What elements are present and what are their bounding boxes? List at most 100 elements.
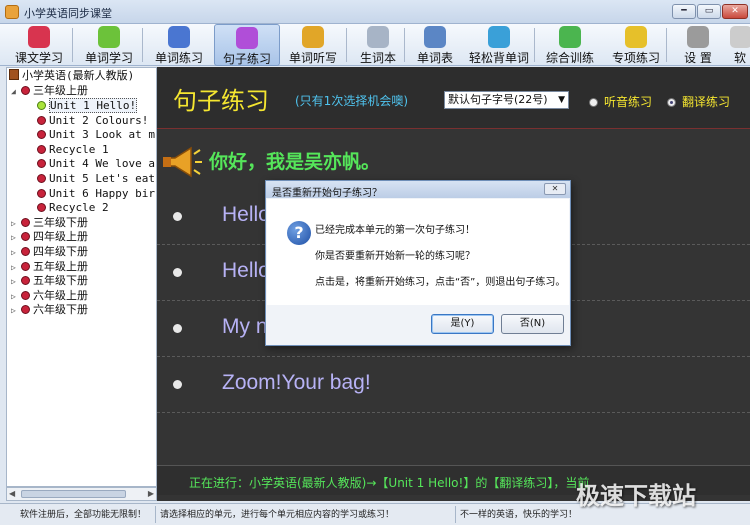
toolbar-label: 轻松背单词: [468, 51, 529, 65]
toolbar-button-3[interactable]: 句子练习: [214, 24, 280, 66]
close-button[interactable]: ✕: [722, 4, 748, 19]
radio-listen-label: 听音练习: [604, 95, 653, 109]
unit-icon: [37, 174, 46, 183]
expand-icon[interactable]: ▷: [11, 303, 19, 318]
unit-label: Unit 6 Happy bir: [49, 186, 155, 200]
unit-tree[interactable]: 小学英语(最新人教版) ◢ 三年级上册 Unit 1 Hello! Unit 2 Col…: [6, 67, 157, 487]
tree-grade-0[interactable]: ▷ 三年级下册: [11, 215, 88, 230]
toolbar-button-9[interactable]: 专项练习: [606, 24, 666, 66]
toolbar-button-1[interactable]: 单词学习: [78, 24, 140, 66]
flower-icon: [98, 26, 120, 48]
unit-icon: [37, 101, 46, 110]
toolbar-button-8[interactable]: 综合训练: [540, 24, 600, 66]
unit-label: Unit 3 Look at m: [49, 128, 155, 142]
toolbar-button-10[interactable]: 设 置: [672, 24, 724, 66]
toolbar-separator: [534, 28, 535, 62]
bullet-icon: [173, 212, 182, 221]
dialog-line-1: 已经完成本单元的第一次句子练习！: [315, 225, 475, 236]
tree-grade-open[interactable]: ◢ 三年级上册: [11, 83, 88, 98]
toolbar-label: 单词学习: [84, 51, 133, 65]
watermark-logo: 极速下载站: [576, 482, 696, 510]
minimize-button[interactable]: ━: [672, 4, 696, 19]
toolbar: 课文学习 单词学习 单词练习 句子练习 单词听写 生词本 单词表 轻松背单词 综合训练 专项练习 设…: [0, 24, 750, 66]
gear-icon: [687, 26, 709, 48]
unit-label: Recycle 2: [49, 201, 109, 215]
unit-icon: [37, 130, 46, 140]
toolbar-label: 专项练习: [611, 51, 660, 65]
tree-unit-0[interactable]: Unit 1 Hello!: [37, 98, 138, 113]
app-icon: [5, 5, 19, 19]
scroll-thumb[interactable]: [21, 490, 126, 498]
toolbar-button-5[interactable]: 生词本: [352, 24, 404, 66]
toolbar-button-2[interactable]: 单词练习: [148, 24, 210, 66]
toolbar-button-11[interactable]: 软: [730, 24, 750, 66]
scroll-left-icon[interactable]: ◀: [9, 489, 15, 498]
toolbar-separator: [404, 28, 405, 62]
answer-text: My n: [222, 315, 268, 338]
tree-grade-3[interactable]: ▷ 五年级上册: [11, 259, 88, 274]
font-size-select[interactable]: 默认句子字号(22号) ▼: [444, 91, 569, 109]
toolbar-button-6[interactable]: 单词表: [410, 24, 460, 66]
book-pencil-icon: [28, 26, 50, 48]
toolbar-label: 生词本: [359, 51, 396, 65]
tree-grade-4[interactable]: ▷ 五年级下册: [11, 273, 88, 288]
tree-root[interactable]: 小学英语(最新人教版): [9, 68, 134, 83]
dialog-line-2: 你是否要重新开始新一轮的练习呢？: [315, 251, 475, 262]
unit-icon: [37, 144, 46, 154]
toolbar-button-4[interactable]: 单词听写: [282, 24, 344, 66]
tree-grade-5[interactable]: ▷ 六年级上册: [11, 288, 88, 303]
radio-translate-practice[interactable]: 翻译练习: [667, 93, 730, 110]
grade-label: 三年级上册: [33, 84, 88, 97]
chevron-down-icon: ▼: [558, 95, 565, 105]
unit-label: Unit 4 We love a: [49, 157, 155, 171]
restart-dialog: 是否重新开始句子练习？ ✕ ? 已经完成本单元的第一次句子练习！ 你是否要重新开…: [265, 180, 571, 346]
tree-unit-6[interactable]: Unit 6 Happy bir: [37, 186, 155, 201]
unit-label: Recycle 1: [49, 142, 109, 156]
collapse-icon[interactable]: ◢: [11, 84, 19, 99]
unit-icon: [37, 203, 46, 213]
bee-icon: [625, 26, 647, 48]
toolbar-button-0[interactable]: 课文学习: [8, 24, 70, 66]
tree-grade-1[interactable]: ▷ 四年级上册: [11, 229, 88, 244]
unit-label: Unit 5 Let's eat: [49, 172, 155, 185]
question-icon: ?: [287, 221, 311, 245]
page-title: 句子练习: [173, 87, 269, 115]
tree-unit-7[interactable]: Recycle 2: [37, 200, 109, 215]
answer-option-3[interactable]: Zoom!Your bag!: [157, 357, 750, 413]
tree-grade-2[interactable]: ▷ 四年级下册: [11, 244, 88, 259]
grade-label: 五年级下册: [33, 274, 88, 288]
tree-unit-5[interactable]: Unit 5 Let's eat: [37, 171, 155, 186]
pencils-icon: [168, 26, 190, 48]
tree-unit-4[interactable]: Unit 4 We love a: [37, 156, 155, 171]
radio-listen-indicator: [589, 98, 598, 107]
status-registration: 软件注册后，全部功能无限制！: [20, 510, 147, 520]
people-icon: [488, 26, 510, 48]
bullet-icon: [173, 324, 182, 333]
dialog-close-button[interactable]: ✕: [544, 183, 566, 195]
progress-text: 正在进行：小学英语(最新人教版)→【Unit 1 Hello!】的【翻译练习】，…: [189, 476, 590, 490]
font-size-value: 默认句子字号(22号): [448, 93, 548, 106]
toolbar-separator: [666, 28, 667, 62]
tree-grade-6[interactable]: ▷ 六年级下册: [11, 302, 88, 317]
scroll-right-icon[interactable]: ▶: [148, 489, 154, 498]
yes-button[interactable]: 是(Y): [431, 314, 494, 334]
grade-icon: [21, 305, 30, 315]
maximize-button[interactable]: ▭: [697, 4, 721, 19]
toolbar-label: 单词表: [416, 51, 453, 65]
practice-header: 句子练习 (只有1次选择机会噢) 默认句子字号(22号) ▼ 听音练习 翻译练习: [157, 67, 750, 129]
toolbar-label: 句子练习: [222, 52, 271, 66]
speaker-icon[interactable]: [161, 144, 203, 180]
toolbar-button-7[interactable]: 轻松背单词: [466, 24, 532, 66]
tree-unit-3[interactable]: Recycle 1: [37, 142, 109, 157]
radio-listen-practice[interactable]: 听音练习: [589, 93, 652, 110]
tree-unit-1[interactable]: Unit 2 Colours!: [37, 113, 148, 128]
toolbar-separator: [346, 28, 347, 62]
users-icon: [559, 26, 581, 48]
tree-horizontal-scrollbar[interactable]: ◀ ▶: [6, 487, 157, 501]
grade-icon: [21, 86, 30, 95]
toolbar-separator: [72, 28, 73, 62]
window-title: 小学英语同步课堂: [24, 7, 112, 20]
no-button[interactable]: 否(N): [501, 314, 564, 334]
answer-text: Zoom!Your bag!: [222, 371, 371, 394]
tree-unit-2[interactable]: Unit 3 Look at m: [37, 127, 155, 142]
